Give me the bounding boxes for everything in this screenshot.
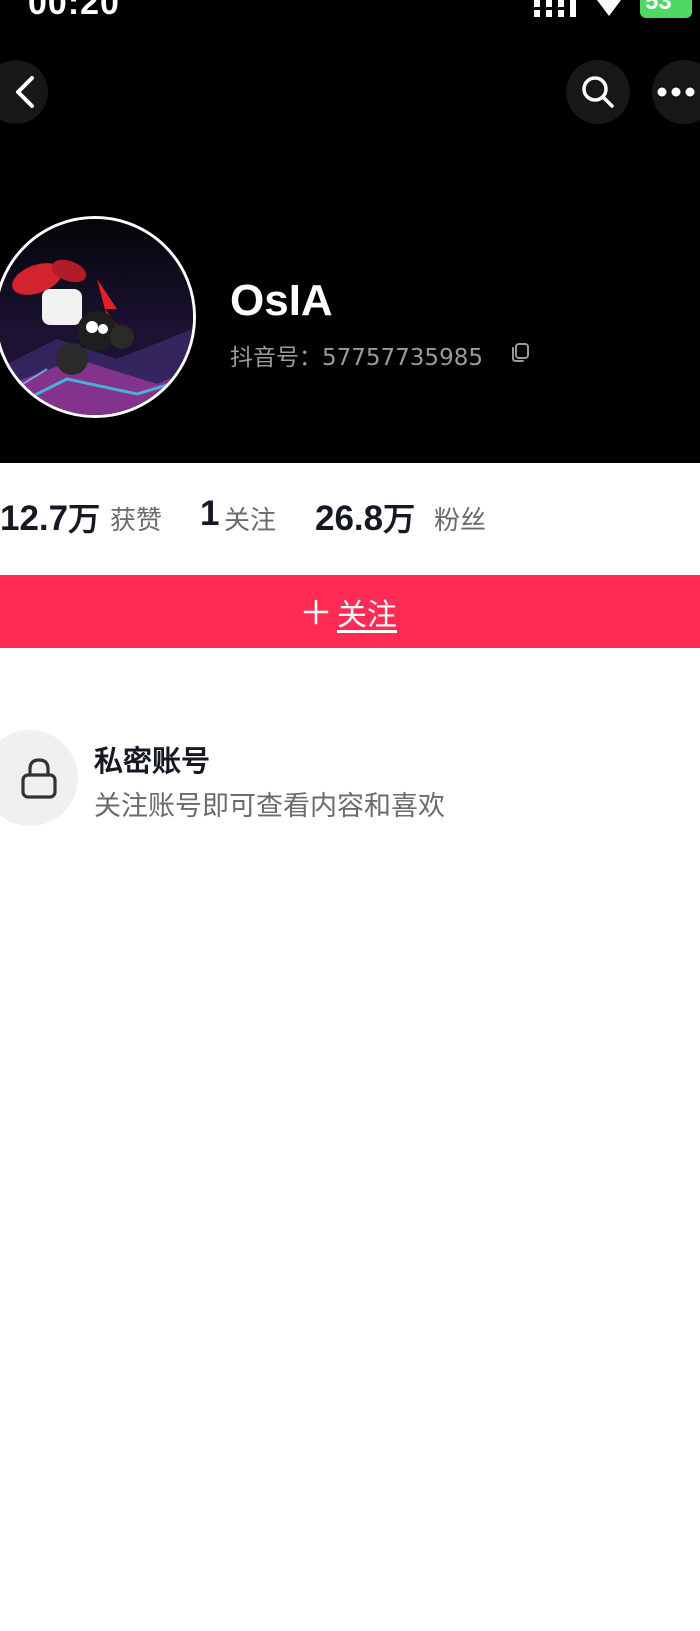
cellular-signal-icon (534, 0, 576, 17)
battery-level: 53 (645, 0, 672, 15)
back-button[interactable] (0, 60, 48, 124)
likes-count[interactable]: 12.7万 (0, 494, 100, 540)
lock-badge (0, 730, 78, 826)
plus-icon (303, 599, 329, 624)
following-label[interactable]: 关注 (224, 500, 276, 537)
status-time: 00:20 (28, 0, 120, 22)
private-account-title: 私密账号 (94, 744, 211, 778)
more-horizontal-icon (657, 87, 695, 97)
status-bar: 00:20 53 (0, 0, 700, 24)
chevron-left-icon (16, 76, 34, 108)
search-button[interactable] (566, 60, 630, 124)
avatar[interactable] (0, 216, 196, 418)
likes-label[interactable]: 获赞 (110, 500, 162, 537)
copy-icon[interactable] (509, 341, 531, 363)
profile-header: 00:20 53 OsIA 抖音号：57757735985 (0, 0, 700, 463)
search-icon (582, 76, 614, 108)
follow-button[interactable]: 关注 (0, 575, 700, 648)
account-id: 抖音号：57757735985 (230, 345, 483, 371)
private-account-description: 关注账号即可查看内容和喜欢 (94, 791, 445, 822)
lock-icon (21, 758, 57, 799)
follow-button-label: 关注 (337, 597, 397, 633)
username: OsIA (230, 276, 333, 325)
avatar-image (0, 219, 193, 415)
wifi-icon (597, 0, 621, 16)
followers-label[interactable]: 粉丝 (434, 500, 486, 537)
following-count[interactable]: 1 (200, 494, 219, 534)
followers-count[interactable]: 26.8万 (315, 494, 415, 540)
more-button[interactable] (652, 60, 700, 124)
